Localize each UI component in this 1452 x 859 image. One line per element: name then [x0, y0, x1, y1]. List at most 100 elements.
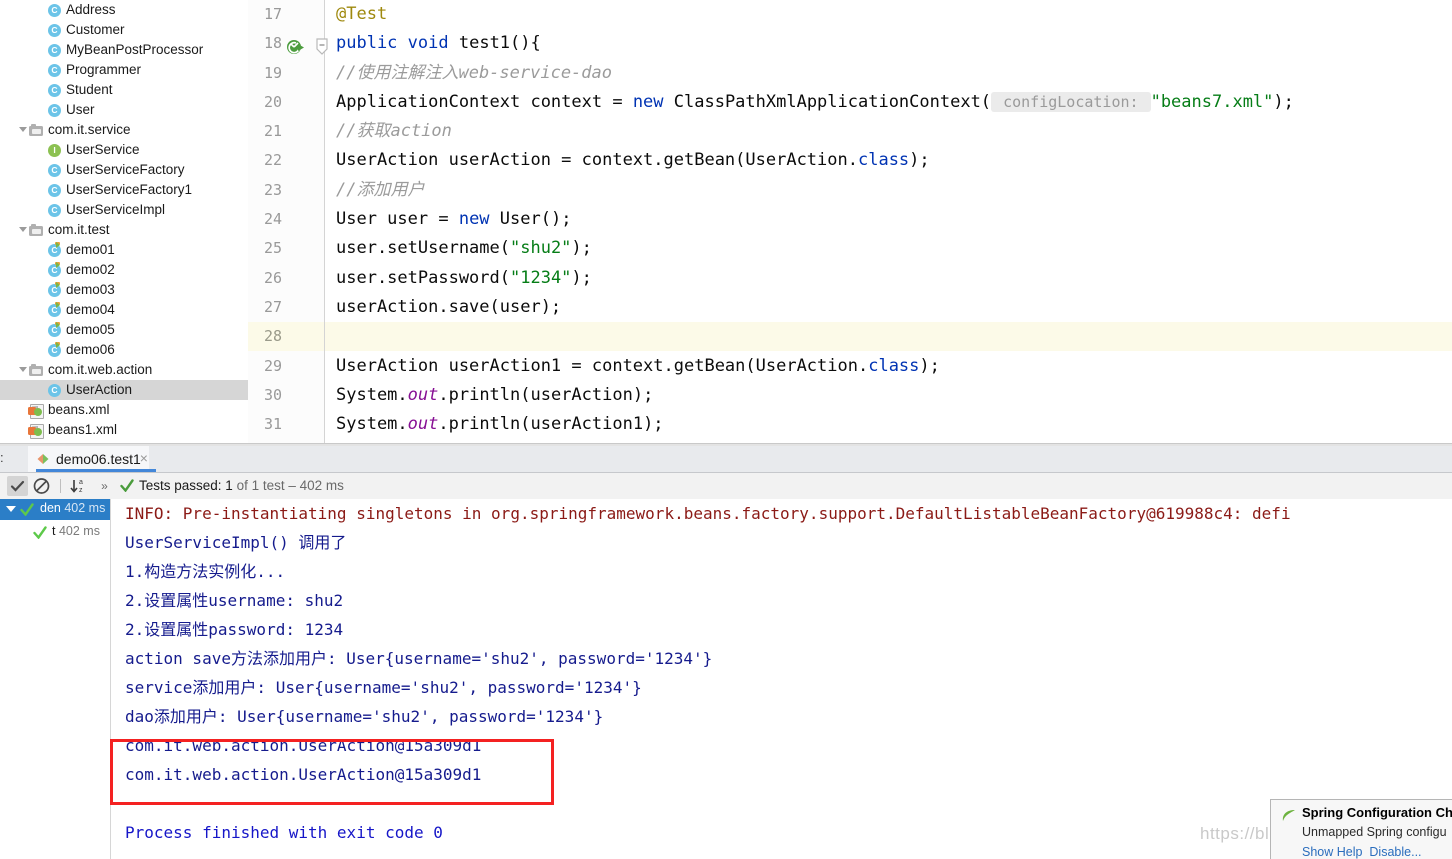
runnable-class-icon: C — [47, 340, 62, 360]
show-passed-button[interactable] — [7, 476, 28, 496]
tree-item-address[interactable]: C Address — [0, 0, 248, 20]
package-icon — [29, 360, 44, 380]
more-options-button[interactable]: » — [94, 476, 115, 496]
show-help-link[interactable]: Show Help — [1302, 845, 1362, 859]
tree-item-customer[interactable]: C Customer — [0, 20, 248, 40]
project-tree-panel[interactable]: C Address C Customer C MyBeanPostProcessor C Pr… — [0, 0, 248, 443]
tab-active-underline — [36, 469, 156, 472]
tree-item-label: UserServiceImpl — [66, 202, 166, 217]
editor-line-17[interactable]: 17 @Test — [248, 0, 1452, 29]
line-code: System.out.println(userAction1); — [336, 414, 664, 435]
expand-arrow-icon[interactable] — [18, 120, 29, 140]
editor-line-31[interactable]: 31 System.out.println(userAction1); — [248, 410, 1452, 439]
sort-alphabetically-button[interactable]: a z — [68, 476, 89, 496]
run-test-gutter-icon[interactable] — [286, 38, 304, 56]
spring-configuration-notification[interactable]: Spring Configuration Che Unmapped Spring… — [1270, 799, 1452, 859]
editor-line-27[interactable]: 27 userAction.save(user); — [248, 293, 1452, 322]
class-icon: C — [47, 60, 62, 80]
editor-line-29[interactable]: 29 UserAction userAction1 = context.getB… — [248, 352, 1452, 381]
test-status-text: Tests passed: 1 of 1 test – 402 ms — [120, 473, 344, 499]
tree-item-demo01[interactable]: Cdemo01 — [0, 240, 248, 260]
tree-item-mybeanpostprocessor[interactable]: C MyBeanPostProcessor — [0, 40, 248, 60]
console-output[interactable]: INFO: Pre-instantiating singletons in or… — [111, 499, 1452, 859]
tree-item-userservice[interactable]: I UserService — [0, 140, 248, 160]
line-number: 27 — [263, 297, 282, 316]
console-line: 2.设置属性password: 1234 — [125, 620, 344, 639]
tree-item-label: Student — [66, 82, 113, 97]
code-editor[interactable]: 17 @Test 18 public void test1(){19 //使用注解… — [248, 0, 1452, 443]
tree-item-com-it-web-action[interactable]: com.it.web.action — [0, 360, 248, 380]
line-number: 19 — [263, 63, 282, 82]
tree-item-useraction[interactable]: C UserAction — [0, 380, 248, 400]
tree-item-userservicefactory1[interactable]: C UserServiceFactory1 — [0, 180, 248, 200]
editor-line-21[interactable]: 21 //获取action — [248, 117, 1452, 146]
console-line: Process finished with exit code 0 — [125, 823, 443, 842]
tree-item-demo04[interactable]: Cdemo04 — [0, 300, 248, 320]
ide-window: C Address C Customer C MyBeanPostProcessor C Pr… — [0, 0, 1452, 859]
disable-link[interactable]: Disable... — [1369, 845, 1421, 859]
line-number: 18 — [263, 34, 282, 53]
expand-arrow-icon[interactable] — [18, 360, 29, 380]
console-line: INFO: Pre-instantiating singletons in or… — [125, 504, 1291, 523]
test-tree-row-t[interactable]: t 402 ms — [0, 522, 110, 543]
tree-item-beans1-xml[interactable]: beans1.xml — [0, 420, 248, 440]
test-results-tree[interactable]: den 402 ms t 402 ms — [0, 499, 110, 859]
tree-item-programmer[interactable]: C Programmer — [0, 60, 248, 80]
spring-leaf-icon — [1282, 810, 1295, 821]
package-icon — [29, 120, 44, 140]
close-icon[interactable]: × — [137, 451, 151, 465]
line-number: 31 — [263, 415, 282, 434]
sort-alpha-icon: a z — [70, 479, 83, 494]
tree-item-com-it-test[interactable]: com.it.test — [0, 220, 248, 240]
editor-line-23[interactable]: 23 //添加用户 — [248, 176, 1452, 205]
editor-line-30[interactable]: 30 System.out.println(userAction); — [248, 381, 1452, 410]
class-icon: C — [47, 380, 62, 400]
test-pass-icon — [20, 503, 34, 516]
editor-line-22[interactable]: 22 UserAction userAction = context.getBe… — [248, 146, 1452, 175]
editor-line-19[interactable]: 19 //使用注解注入web-service-dao — [248, 59, 1452, 88]
line-number: 21 — [263, 122, 282, 141]
xml-file-icon — [28, 420, 44, 440]
runnable-class-icon: C — [47, 280, 62, 300]
tree-item-beans-xml[interactable]: beans.xml — [0, 400, 248, 420]
expand-arrow-icon[interactable] — [18, 220, 29, 240]
editor-line-24[interactable]: 24 User user = new User(); — [248, 205, 1452, 234]
tests-passed-label: Tests passed: — [139, 478, 226, 493]
editor-line-18[interactable]: 18 public void test1(){ — [248, 29, 1452, 58]
tree-item-demo03[interactable]: Cdemo03 — [0, 280, 248, 300]
hide-passed-button[interactable] — [31, 476, 52, 496]
line-code: //使用注解注入web-service-dao — [336, 62, 612, 83]
editor-line-25[interactable]: 25 user.setUsername("shu2"); — [248, 234, 1452, 263]
editor-line-26[interactable]: 26 user.setPassword("1234"); — [248, 264, 1452, 293]
tree-item-student[interactable]: C Student — [0, 80, 248, 100]
class-icon: C — [47, 20, 62, 40]
test-pass-icon — [33, 526, 47, 539]
collapse-arrow-icon[interactable] — [6, 506, 16, 512]
tree-item-demo02[interactable]: Cdemo02 — [0, 260, 248, 280]
line-code: userAction.save(user); — [336, 296, 562, 317]
status-checkmark-icon — [120, 479, 134, 493]
editor-line-28[interactable]: 28 — [248, 322, 1452, 351]
class-icon: C — [47, 100, 62, 120]
tree-item-label: com.it.web.action — [48, 362, 153, 377]
tree-item-userservicefactory[interactable]: C UserServiceFactory — [0, 160, 248, 180]
tree-item-user[interactable]: C User — [0, 100, 248, 120]
code-fold-icon[interactable] — [314, 38, 330, 56]
line-code: UserAction userAction = context.getBean(… — [336, 150, 930, 171]
notification-links: Show Help Disable... — [1302, 845, 1422, 859]
notification-title: Spring Configuration Che — [1302, 805, 1452, 820]
editor-line-20[interactable]: 20 ApplicationContext context = new Clas… — [248, 88, 1452, 117]
line-number: 29 — [263, 356, 282, 375]
test-tree-row-den[interactable]: den 402 ms — [0, 499, 110, 520]
line-code: @Test — [336, 4, 388, 24]
console-line: UserServiceImpl() 调用了 — [125, 533, 347, 552]
line-code: user.setUsername("shu2"); — [336, 238, 592, 259]
tree-item-demo06[interactable]: Cdemo06 — [0, 340, 248, 360]
tree-item-com-it-service[interactable]: com.it.service — [0, 120, 248, 140]
console-line: dao添加用户: User{username='shu2', password=… — [125, 707, 604, 726]
tree-item-userserviceimpl[interactable]: C UserServiceImpl — [0, 200, 248, 220]
svg-text:a: a — [79, 479, 83, 486]
class-icon: C — [47, 80, 62, 100]
runnable-class-icon: C — [47, 320, 62, 340]
tree-item-demo05[interactable]: Cdemo05 — [0, 320, 248, 340]
